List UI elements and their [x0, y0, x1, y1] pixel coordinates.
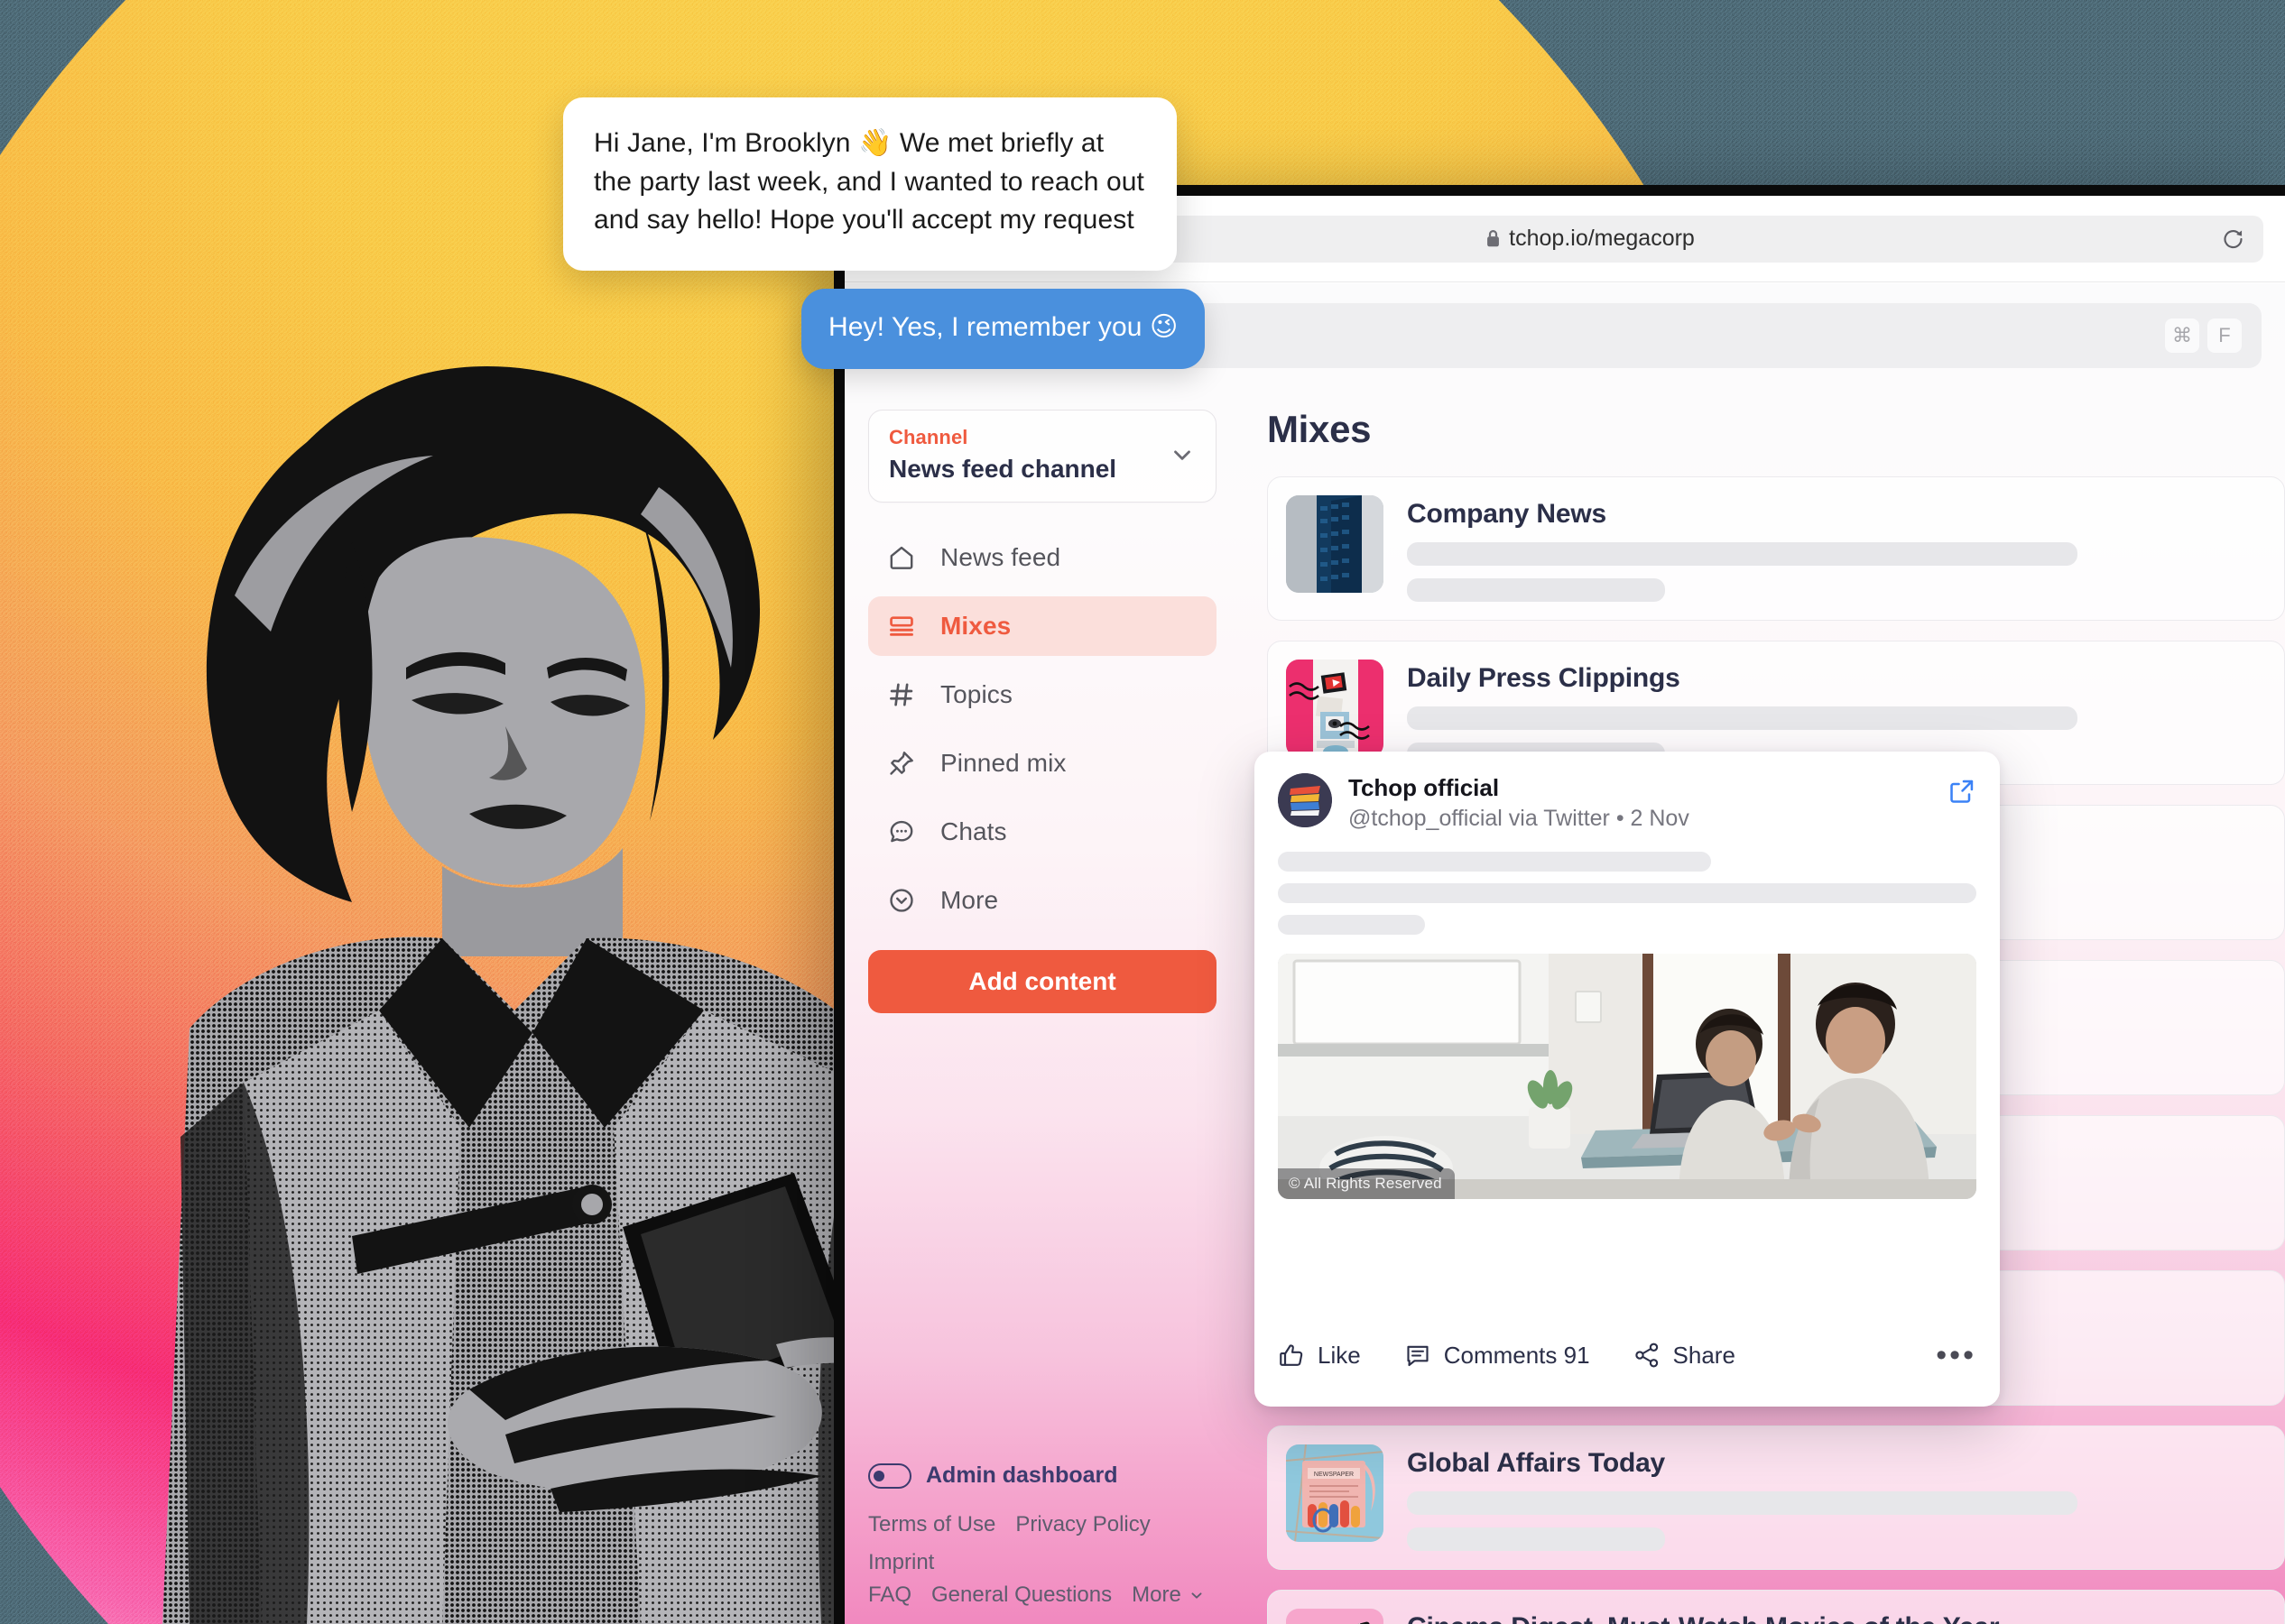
mix-thumbnail: NEWSPAPER: [1286, 1444, 1383, 1542]
sidebar-item-mixes[interactable]: Mixes: [868, 596, 1217, 656]
admin-dashboard-label: Admin dashboard: [926, 1463, 1118, 1488]
footer-more-label: More: [1132, 1582, 1181, 1607]
comments-label: Comments 91: [1443, 1341, 1590, 1369]
channel-selector[interactable]: Channel News feed channel: [868, 410, 1217, 503]
mix-desc-skeleton-line: [1407, 578, 1665, 602]
admin-dashboard-row[interactable]: Admin dashboard: [868, 1463, 1217, 1489]
sidebar: Channel News feed channel News feed Mixe…: [845, 368, 1242, 1624]
mix-desc-skeleton-line: [1407, 706, 2077, 730]
footer-link-general-questions[interactable]: General Questions: [931, 1579, 1112, 1611]
sidebar-item-topics[interactable]: Topics: [868, 665, 1217, 724]
footer-link-faq[interactable]: FAQ: [868, 1579, 911, 1611]
url-text-group: tchop.io/megacorp: [1485, 226, 1695, 252]
footer-links-row-1: Terms of Use Privacy Policy Imprint: [868, 1509, 1217, 1579]
thumbs-up-icon: [1280, 1344, 1303, 1366]
post-skeleton-line: [1278, 915, 1425, 935]
mix-card[interactable]: NEWSPAPER Global Affairs Today: [1267, 1426, 2285, 1570]
footer-link-imprint[interactable]: Imprint: [868, 1546, 934, 1579]
sidebar-footer: Admin dashboard Terms of Use Privacy Pol…: [868, 1463, 1217, 1611]
like-button[interactable]: Like: [1278, 1342, 1361, 1370]
footer-link-privacy[interactable]: Privacy Policy: [1015, 1509, 1150, 1541]
chevron-down-icon: [1191, 1592, 1202, 1599]
kbd-f: F: [2207, 318, 2242, 353]
chat-bubble-outgoing: Hey! Yes, I remember you 😉: [801, 289, 1206, 369]
kbd-command: ⌘: [2165, 318, 2199, 353]
sidebar-item-more[interactable]: More: [868, 871, 1217, 930]
mix-name: Global Affairs Today: [1407, 1448, 1666, 1478]
footer-link-more[interactable]: More: [1132, 1579, 1206, 1611]
search-shortcut-group: ⌘ F: [2165, 318, 2242, 353]
sidebar-item-label: Mixes: [940, 612, 1012, 640]
sidebar-item-chats[interactable]: Chats: [868, 802, 1217, 862]
ellipsis-icon[interactable]: •••: [1936, 1339, 1976, 1370]
sidebar-item-news-feed[interactable]: News feed: [868, 528, 1217, 587]
mix-desc-skeleton-line: [1407, 1491, 2077, 1515]
hash-icon: [886, 679, 917, 710]
share-label: Share: [1672, 1341, 1735, 1369]
mixes-icon: [886, 611, 917, 641]
mix-card[interactable]: Cinema Digest. Must-Watch Movies of the …: [1267, 1590, 2285, 1624]
sidebar-item-pinned-mix[interactable]: Pinned mix: [868, 734, 1217, 793]
footer-links-row-2: FAQ General Questions More: [868, 1579, 1217, 1611]
sidebar-item-label: Pinned mix: [940, 749, 1067, 777]
external-link-icon[interactable]: [1947, 777, 1976, 806]
post-skeleton-line: [1278, 852, 1711, 872]
mix-name: Company News: [1407, 499, 1606, 529]
post-header: Tchop official @tchop_official via Twitt…: [1254, 752, 2000, 832]
footer-link-terms[interactable]: Terms of Use: [868, 1509, 995, 1541]
mix-thumbnail: [1286, 495, 1383, 593]
post-preview-card: Tchop official @tchop_official via Twitt…: [1254, 752, 2000, 1407]
post-author-name: Tchop official: [1348, 774, 1500, 801]
pin-icon: [886, 748, 917, 779]
post-skeleton-line: [1278, 883, 1976, 903]
mix-desc-skeleton-line: [1407, 542, 2077, 566]
chevron-down-icon[interactable]: [1169, 441, 1196, 468]
like-label: Like: [1318, 1341, 1361, 1369]
chat-bubble-incoming: Hi Jane, I'm Brooklyn 👋 We met briefly a…: [563, 97, 1177, 271]
mix-thumbnail: [1286, 660, 1383, 757]
svg-text:NEWSPAPER: NEWSPAPER: [1314, 1472, 1354, 1478]
mix-desc-skeleton-line: [1407, 1527, 1665, 1551]
lock-icon: [1487, 230, 1500, 247]
reload-icon[interactable]: [2221, 226, 2245, 251]
post-meta: @tchop_official via Twitter • 2 Nov: [1348, 806, 1689, 831]
sidebar-item-label: News feed: [940, 543, 1061, 571]
mix-name: Cinema Digest. Must-Watch Movies of the …: [1407, 1612, 2266, 1624]
page-title: Mixes: [1267, 408, 1372, 450]
sidebar-item-label: Chats: [940, 817, 1007, 845]
sidebar-nav: News feed Mixes Topics Pinned mix Chats …: [868, 528, 1217, 930]
image-copyright-label: © All Rights Reserved: [1278, 1168, 1455, 1199]
comment-icon: [1407, 1345, 1429, 1367]
sidebar-item-label: Topics: [940, 680, 1013, 708]
comments-button[interactable]: Comments 91: [1404, 1342, 1590, 1370]
channel-label: Channel: [889, 426, 968, 448]
url-value: tchop.io/megacorp: [1509, 226, 1695, 251]
share-button[interactable]: Share: [1633, 1342, 1735, 1370]
post-text-skeletons: [1254, 832, 2000, 946]
mix-card[interactable]: Company News: [1267, 476, 2285, 621]
share-icon: [1634, 1343, 1658, 1368]
mix-name: Daily Press Clippings: [1407, 663, 1680, 693]
channel-value: News feed channel: [889, 455, 1117, 483]
add-content-button[interactable]: Add content: [868, 950, 1217, 1013]
admin-dashboard-toggle[interactable]: [868, 1463, 911, 1489]
chevron-down-circle-icon: [886, 885, 917, 916]
post-image: © All Rights Reserved: [1278, 954, 1976, 1199]
tchop-logo-avatar: [1278, 773, 1332, 827]
chat-bubble-icon: [886, 817, 917, 847]
sidebar-item-label: More: [940, 886, 999, 914]
home-icon: [886, 542, 917, 573]
mix-thumbnail: [1286, 1609, 1383, 1624]
post-actions-bar: Like Comments 91 Share •••: [1254, 1327, 2000, 1407]
